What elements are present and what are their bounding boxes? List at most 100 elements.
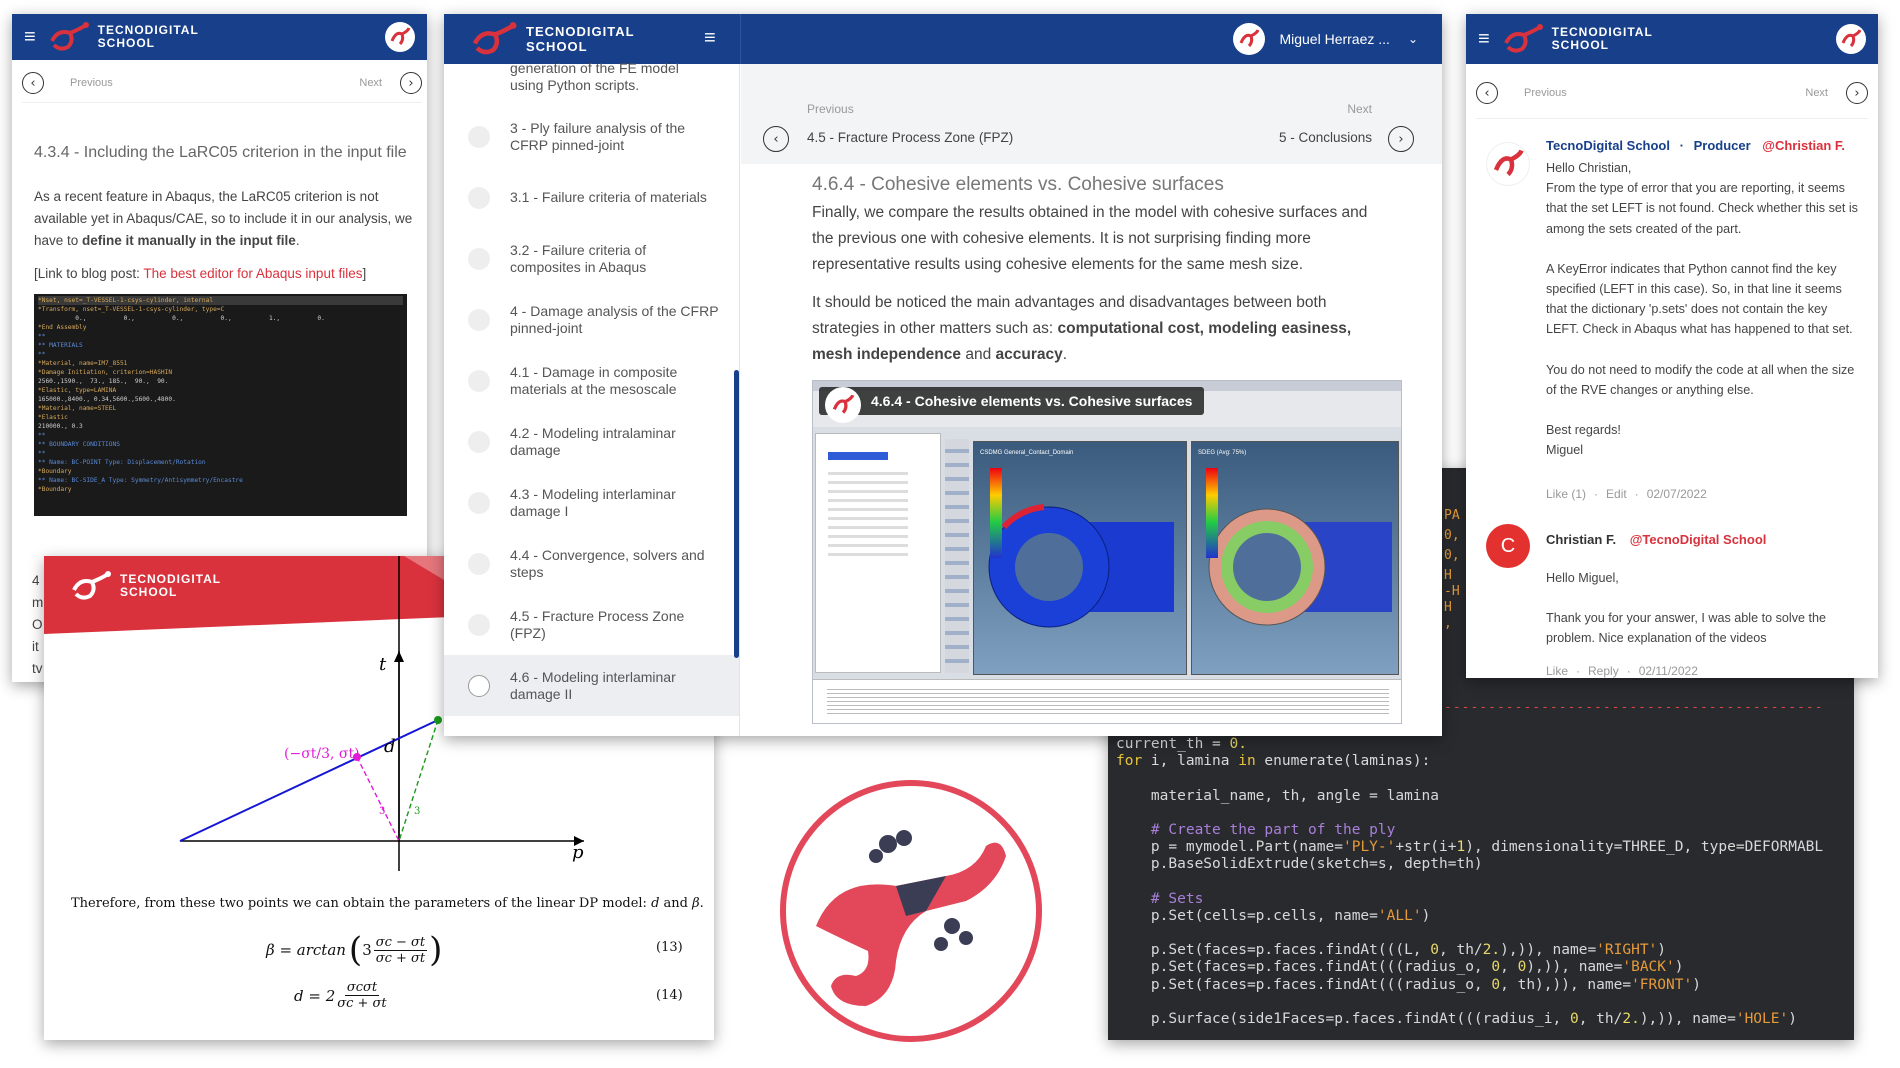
brand-line1: TECNODIGITAL <box>526 24 635 39</box>
code-line: # Create the part of the ply <box>1116 821 1396 838</box>
code-block: current_th = 0. for i, lamina in enumerat… <box>1116 736 1823 1028</box>
cut-off-line: it <box>32 639 39 654</box>
blog-post-link[interactable]: The best editor for Abaqus input files <box>143 266 362 281</box>
code-fragment: H <box>1444 600 1452 615</box>
gecko-logo-icon <box>1503 24 1543 53</box>
comment-line: Miguel <box>1546 443 1584 458</box>
comment-line: Best regards! <box>1546 423 1621 438</box>
comment1-mention[interactable]: @Christian F. <box>1762 138 1845 153</box>
next-chevron-icon[interactable]: › <box>400 72 422 94</box>
code-fragment: , <box>1444 616 1452 631</box>
next-label[interactable]: Next <box>1805 87 1828 99</box>
code-line: p.Surface(side1Faces=p.faces.findAt(((ra… <box>1116 1011 1797 1027</box>
next-lesson-link[interactable]: 5 - Conclusions <box>1279 130 1372 145</box>
prev-label[interactable]: Previous <box>1524 87 1567 99</box>
lesson-para1: Finally, we compare the results obtained… <box>812 204 1368 273</box>
code-line: p.Set(faces=p.faces.findAt(((L, 0, th/2.… <box>1116 942 1667 959</box>
sidebar-item[interactable]: 4.3 - Modeling interlaminar damage I <box>444 472 739 533</box>
para-bold: define it manually in the input file <box>82 233 296 248</box>
cut-off-line: m <box>32 595 44 610</box>
cut-off-line: 4 <box>32 573 40 588</box>
code-line: *End Assembly <box>38 324 87 331</box>
user-name[interactable]: Miguel Herraez ... <box>1279 31 1389 47</box>
sidebar-item[interactable]: 3.2 - Failure criteria of composites in … <box>444 228 739 289</box>
brand-logo[interactable]: TECNODIGITAL SCHOOL <box>46 21 199 53</box>
code-line: ** Name: BC-POINT Type: Displacement/Rot… <box>38 459 206 466</box>
menu-icon[interactable]: ≡ <box>1478 29 1490 49</box>
sidebar-item[interactable]: 3 - Ply failure analysis of the CFRP pin… <box>444 106 739 167</box>
like-button[interactable]: Like <box>1546 664 1568 678</box>
prev-chevron-icon[interactable]: ‹ <box>22 72 44 94</box>
code-line: p.BaseSolidExtrude(sketch=s, depth=th) <box>1116 856 1483 873</box>
message-area <box>813 679 1401 723</box>
input-file-code: *Nset, nset=_T-VESSEL-1-csys-cylinder, i… <box>34 294 407 516</box>
sidebar-item[interactable]: 4.1 - Damage in composite materials at t… <box>444 350 739 411</box>
eq13-coef: 3 <box>362 941 372 959</box>
comment1-author[interactable]: TecnoDigital School <box>1546 138 1670 153</box>
mesh-contour-left <box>988 468 1174 628</box>
cut-off-line: O <box>32 617 43 632</box>
user-avatar[interactable] <box>385 22 415 52</box>
sidebar-item[interactable]: 4.6 - Modeling interlaminar damage II <box>444 655 739 716</box>
brand-line2: SCHOOL <box>526 39 588 54</box>
edit-button[interactable]: Edit <box>1606 487 1627 501</box>
comment-line: Thank you for your answer, I was able to… <box>1546 611 1827 646</box>
sidebar-top-item[interactable]: generation of the FE model using Python … <box>444 60 704 106</box>
divider <box>1476 118 1868 119</box>
eq13-number: (13) <box>656 940 683 955</box>
code-partial-right: PA 0, 0, H -H H, <box>1444 508 1460 632</box>
prev-chevron-icon[interactable]: ‹ <box>1476 82 1498 104</box>
comment2-mention[interactable]: @TecnoDigital School <box>1630 532 1767 547</box>
brand-logo[interactable]: TECNODIGITAL SCHOOL <box>468 21 635 57</box>
lesson-status-icon <box>468 430 490 453</box>
menu-icon[interactable]: ≡ <box>24 27 36 47</box>
lesson-status-icon <box>468 186 490 209</box>
comment2-author[interactable]: Christian F. <box>1546 532 1616 547</box>
reply-button[interactable]: Reply <box>1588 664 1619 678</box>
sidebar-item-label: 4.4 - Convergence, solvers and steps <box>510 546 705 580</box>
lesson-status-icon <box>468 247 490 270</box>
next-label[interactable]: Next <box>359 77 382 89</box>
next-chevron-icon[interactable]: › <box>1846 82 1868 104</box>
code-line: p.Set(faces=p.faces.findAt(((radius_o, 0… <box>1116 959 1684 976</box>
code-line: *Material, name=IM7_8551 <box>38 360 128 367</box>
next-chevron-icon[interactable]: › <box>1388 126 1414 152</box>
prev-chevron-icon[interactable]: ‹ <box>763 126 789 152</box>
sidebar-item[interactable]: 4.5 - Fracture Process Zone (FPZ) <box>444 594 739 655</box>
code-line: *Elastic <box>38 414 68 421</box>
para2-and: and <box>961 346 996 363</box>
sidebar-item[interactable]: 3.1 - Failure criteria of materials <box>444 167 739 228</box>
code-line: p.Set(cells=p.cells, name='ALL') <box>1116 907 1431 924</box>
sidebar-item[interactable]: 4 - Damage analysis of the CFRP pinned-j… <box>444 289 739 350</box>
code-line: ** <box>38 450 46 457</box>
sidebar-item[interactable]: 4.2 - Modeling intralaminar damage <box>444 411 739 472</box>
comment2-header: Christian F. @TecnoDigital School <box>1546 532 1766 547</box>
prev-lesson-link[interactable]: 4.5 - Fracture Process Zone (FPZ) <box>807 130 1013 145</box>
equation-13: β = arctan ( 3 σc − σt σc + σt ) <box>266 930 443 970</box>
user-avatar[interactable] <box>1233 23 1266 55</box>
lesson-video[interactable]: CSDMG General_Contact_Domain SDEG (Avg: … <box>812 380 1402 724</box>
magenta-number: 3 <box>379 806 386 817</box>
prev-label[interactable]: Previous <box>70 77 113 89</box>
video-title[interactable]: 4.6.4 - Cohesive elements vs. Cohesive s… <box>871 393 1192 409</box>
user-avatar[interactable] <box>1836 24 1866 54</box>
divider <box>22 102 422 103</box>
code-line: current_th = 0. <box>1116 736 1247 752</box>
sidebar-scrollbar[interactable] <box>734 370 739 658</box>
commenter-avatar: C <box>1486 524 1530 568</box>
comment1-header: TecnoDigital School · Producer @Christia… <box>1546 138 1845 153</box>
code-line: 0., 0., 0., 0., 1., 0. <box>38 315 325 322</box>
chevron-down-icon[interactable]: ⌄ <box>1408 32 1418 46</box>
legend-right: SDEG (Avg: 75%) <box>1198 450 1247 456</box>
sidebar-item[interactable]: 4.4 - Convergence, solvers and steps <box>444 533 739 594</box>
sidebar-item-label: 4 - Damage analysis of the CFRP pinned-j… <box>510 302 719 336</box>
brand-logo[interactable]: TECNODIGITAL SCHOOL <box>1500 23 1653 55</box>
course-sidebar: generation of the FE model using Python … <box>444 60 740 736</box>
magenta-dashed <box>356 756 400 842</box>
menu-icon[interactable]: ≡ <box>704 28 716 48</box>
comment1-body: Hello Christian, From the type of error t… <box>1546 158 1861 460</box>
lesson-heading: 4.6.4 - Cohesive elements vs. Cohesive s… <box>812 174 1224 195</box>
like-button[interactable]: Like (1) <box>1546 487 1586 501</box>
dp-beta: β <box>692 896 700 911</box>
